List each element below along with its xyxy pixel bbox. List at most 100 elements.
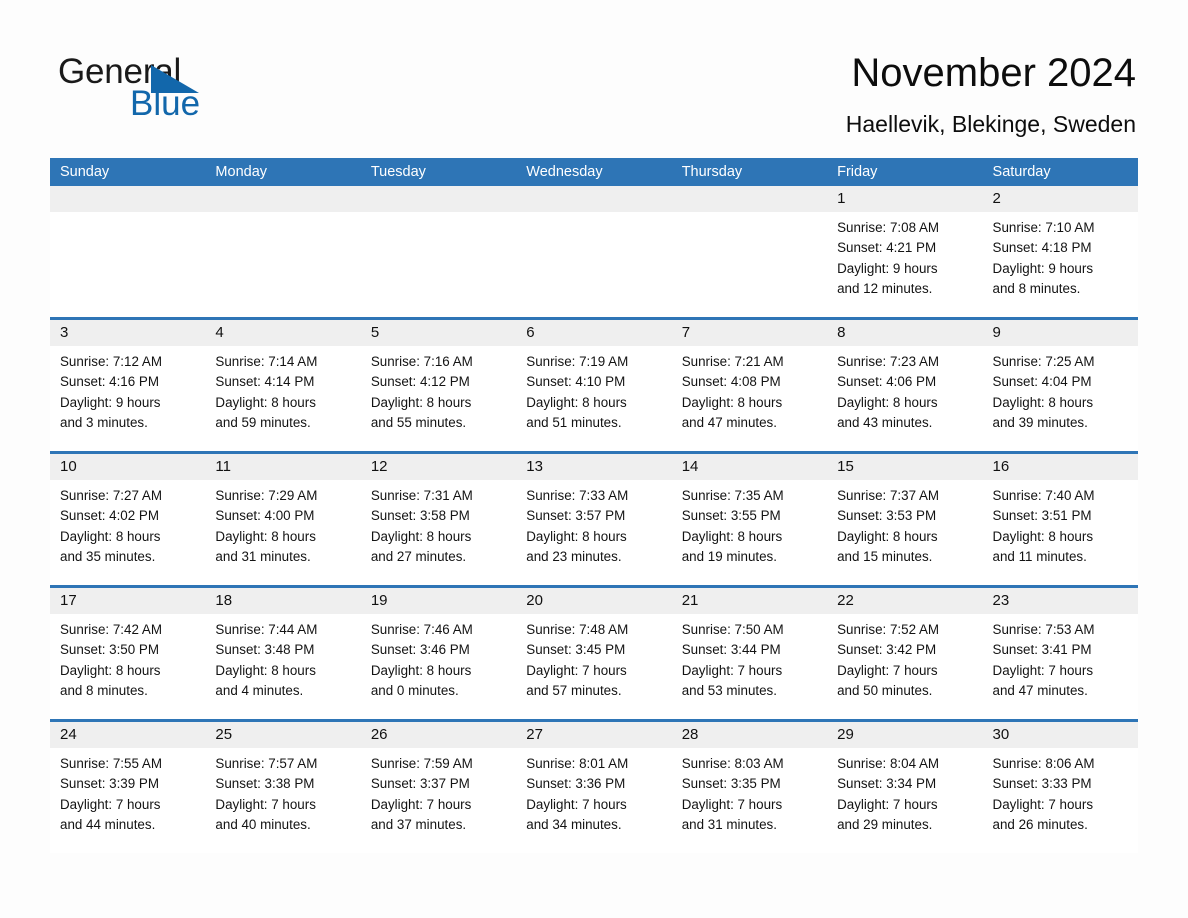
- day-details: Sunrise: 7:44 AM Sunset: 3:48 PM Daylight:…: [205, 614, 360, 701]
- day-detail-line: Daylight: 7 hours: [526, 662, 627, 678]
- day-details: Sunrise: 7:42 AM Sunset: 3:50 PM Daylight:…: [50, 614, 205, 701]
- day-number: 12: [370, 458, 388, 475]
- day-detail-line: Daylight: 8 hours: [370, 528, 472, 544]
- day-detail-line: and 31 minutes.: [215, 548, 311, 564]
- day-cell[interactable]: 5 Sunrise: 7:16 AM Sunset: 4:12 PM Daylight…: [360, 320, 517, 451]
- general-blue-logo[interactable]: General Blue: [58, 52, 318, 132]
- day-cell[interactable]: 17 Sunrise: 7:42 AM Sunset: 3:50 PM Dayligh…: [50, 588, 206, 719]
- day-detail-line: Daylight: 8 hours: [60, 528, 161, 544]
- day-detail-line: Sunset: 3:41 PM: [992, 642, 1092, 658]
- day-detail-line: and 39 minutes.: [992, 414, 1088, 430]
- day-details: Sunrise: 7:48 AM Sunset: 3:45 PM Daylight:…: [516, 614, 671, 701]
- day-cell[interactable]: 28 Sunrise: 8:03 AM Sunset: 3:35 PM Dayligh…: [671, 722, 828, 853]
- day-cell[interactable]: 1 Sunrise: 7:08 AM Sunset: 4:21 PM Daylight…: [827, 186, 983, 317]
- day-cell[interactable]: 15 Sunrise: 7:37 AM Sunset: 3:53 PM Dayligh…: [827, 454, 983, 585]
- day-cell[interactable]: 21 Sunrise: 7:50 AM Sunset: 3:44 PM Dayligh…: [671, 588, 828, 719]
- day-detail-line: Sunset: 4:04 PM: [992, 374, 1092, 390]
- day-detail-line: Sunrise: 8:04 AM: [837, 756, 940, 771]
- day-number-band: 30: [982, 722, 1138, 748]
- day-detail-line: Sunrise: 7:21 AM: [681, 354, 784, 369]
- day-details: Sunrise: 7:14 AM Sunset: 4:14 PM Daylight:…: [205, 346, 360, 433]
- day-number-band: 8: [827, 320, 983, 346]
- day-detail-line: and 44 minutes.: [60, 816, 156, 832]
- day-number-band: 27: [516, 722, 672, 748]
- day-number-band: [671, 186, 828, 212]
- day-number: 1: [837, 190, 846, 207]
- day-number: 24: [60, 726, 77, 743]
- day-cell[interactable]: 29 Sunrise: 8:04 AM Sunset: 3:34 PM Dayligh…: [827, 722, 983, 853]
- day-cell[interactable]: 16 Sunrise: 7:40 AM Sunset: 3:51 PM Dayligh…: [982, 454, 1138, 585]
- day-detail-line: and 15 minutes.: [837, 548, 933, 564]
- day-cell[interactable]: 10 Sunrise: 7:27 AM Sunset: 4:02 PM Dayligh…: [50, 454, 206, 585]
- day-cell[interactable]: 13 Sunrise: 7:33 AM Sunset: 3:57 PM Dayligh…: [516, 454, 672, 585]
- day-detail-line: Sunrise: 7:14 AM: [215, 354, 318, 369]
- day-detail-line: Sunset: 3:45 PM: [526, 642, 626, 658]
- day-cell[interactable]: 24 Sunrise: 7:55 AM Sunset: 3:39 PM Dayligh…: [50, 722, 206, 853]
- day-cell[interactable]: 26 Sunrise: 7:59 AM Sunset: 3:37 PM Dayligh…: [360, 722, 517, 853]
- day-detail-line: Sunset: 4:02 PM: [60, 508, 159, 524]
- day-cell[interactable]: 8 Sunrise: 7:23 AM Sunset: 4:06 PM Daylight…: [827, 320, 983, 451]
- day-detail-line: Sunset: 3:55 PM: [681, 508, 781, 524]
- title-block: November 2024 Haellevik, Blekinge, Swede…: [846, 48, 1136, 138]
- day-detail-line: Daylight: 8 hours: [681, 394, 783, 410]
- day-number-band: 25: [205, 722, 361, 748]
- day-detail-line: and 43 minutes.: [837, 414, 933, 430]
- day-cell[interactable]: 25 Sunrise: 7:57 AM Sunset: 3:38 PM Dayligh…: [205, 722, 361, 853]
- day-cell[interactable]: 12 Sunrise: 7:31 AM Sunset: 3:58 PM Dayligh…: [360, 454, 517, 585]
- day-detail-line: Daylight: 8 hours: [215, 662, 316, 678]
- day-cell[interactable]: 27 Sunrise: 8:01 AM Sunset: 3:36 PM Dayligh…: [516, 722, 672, 853]
- day-cell[interactable]: 19 Sunrise: 7:46 AM Sunset: 3:46 PM Dayligh…: [360, 588, 517, 719]
- day-detail-line: Daylight: 8 hours: [837, 394, 938, 410]
- day-detail-line: and 40 minutes.: [215, 816, 311, 832]
- day-detail-line: Sunrise: 8:03 AM: [681, 756, 784, 771]
- day-cell[interactable]: 22 Sunrise: 7:52 AM Sunset: 3:42 PM Dayligh…: [827, 588, 983, 719]
- day-detail-line: Sunrise: 7:19 AM: [526, 354, 629, 369]
- day-details: Sunrise: 8:04 AM Sunset: 3:34 PM Daylight:…: [827, 748, 982, 835]
- day-details: Sunrise: 7:16 AM Sunset: 4:12 PM Daylight:…: [361, 346, 516, 433]
- day-detail-line: Daylight: 8 hours: [526, 394, 627, 410]
- day-number: 3: [60, 324, 69, 341]
- day-detail-line: and 0 minutes.: [370, 682, 459, 698]
- week-row-inner: 10 Sunrise: 7:27 AM Sunset: 4:02 PM Dayligh…: [50, 454, 1138, 585]
- day-cell[interactable]: 7 Sunrise: 7:21 AM Sunset: 4:08 PM Daylight…: [671, 320, 828, 451]
- day-detail-line: Sunrise: 7:50 AM: [681, 622, 784, 637]
- day-cell[interactable]: 23 Sunrise: 7:53 AM Sunset: 3:41 PM Dayligh…: [982, 588, 1138, 719]
- day-number: 5: [370, 324, 380, 341]
- day-cell[interactable]: 20 Sunrise: 7:48 AM Sunset: 3:45 PM Dayligh…: [516, 588, 672, 719]
- day-details: Sunrise: 7:19 AM Sunset: 4:10 PM Daylight:…: [516, 346, 671, 433]
- day-number: 7: [681, 324, 691, 341]
- day-detail-line: Sunset: 3:44 PM: [681, 642, 781, 658]
- day-number-band: 17: [50, 588, 206, 614]
- day-detail-line: Sunset: 4:10 PM: [526, 374, 626, 390]
- day-detail-line: Sunrise: 7:12 AM: [60, 354, 162, 369]
- day-detail-line: Sunset: 3:42 PM: [837, 642, 937, 658]
- day-cell[interactable]: 9 Sunrise: 7:25 AM Sunset: 4:04 PM Daylight…: [982, 320, 1138, 451]
- day-detail-line: Daylight: 9 hours: [992, 260, 1094, 276]
- day-detail-line: Daylight: 8 hours: [215, 394, 316, 410]
- day-details: [205, 212, 360, 218]
- day-number: 14: [681, 458, 699, 475]
- day-number-band: 10: [50, 454, 206, 480]
- day-cell[interactable]: 14 Sunrise: 7:35 AM Sunset: 3:55 PM Dayligh…: [671, 454, 828, 585]
- day-cell[interactable]: 18 Sunrise: 7:44 AM Sunset: 3:48 PM Dayligh…: [205, 588, 361, 719]
- day-detail-line: Daylight: 7 hours: [992, 662, 1094, 678]
- day-number: 15: [837, 458, 854, 475]
- week-row: 1 Sunrise: 7:08 AM Sunset: 4:21 PM Daylight…: [50, 186, 1138, 317]
- day-cell[interactable]: 2 Sunrise: 7:10 AM Sunset: 4:18 PM Daylight…: [982, 186, 1138, 317]
- day-detail-line: Sunset: 4:21 PM: [837, 240, 937, 256]
- day-cell[interactable]: 30 Sunrise: 8:06 AM Sunset: 3:33 PM Dayligh…: [982, 722, 1138, 853]
- day-cell[interactable]: 6 Sunrise: 7:19 AM Sunset: 4:10 PM Daylight…: [516, 320, 672, 451]
- weekday-header-monday: Monday: [215, 164, 268, 180]
- day-detail-line: Daylight: 8 hours: [370, 662, 472, 678]
- day-details: Sunrise: 7:25 AM Sunset: 4:04 PM Daylight:…: [983, 346, 1138, 433]
- day-details: [50, 212, 205, 218]
- day-cell-empty: [516, 186, 672, 317]
- day-detail-line: Sunrise: 7:35 AM: [681, 488, 784, 503]
- day-detail-line: Sunrise: 8:06 AM: [992, 756, 1095, 771]
- day-cell[interactable]: 11 Sunrise: 7:29 AM Sunset: 4:00 PM Dayligh…: [205, 454, 361, 585]
- day-cell[interactable]: 3 Sunrise: 7:12 AM Sunset: 4:16 PM Daylight…: [50, 320, 206, 451]
- day-cell[interactable]: 4 Sunrise: 7:14 AM Sunset: 4:14 PM Daylight…: [205, 320, 361, 451]
- day-detail-line: Daylight: 7 hours: [837, 662, 938, 678]
- day-number: 4: [215, 324, 224, 341]
- week-row-inner: 3 Sunrise: 7:12 AM Sunset: 4:16 PM Daylight…: [50, 320, 1138, 451]
